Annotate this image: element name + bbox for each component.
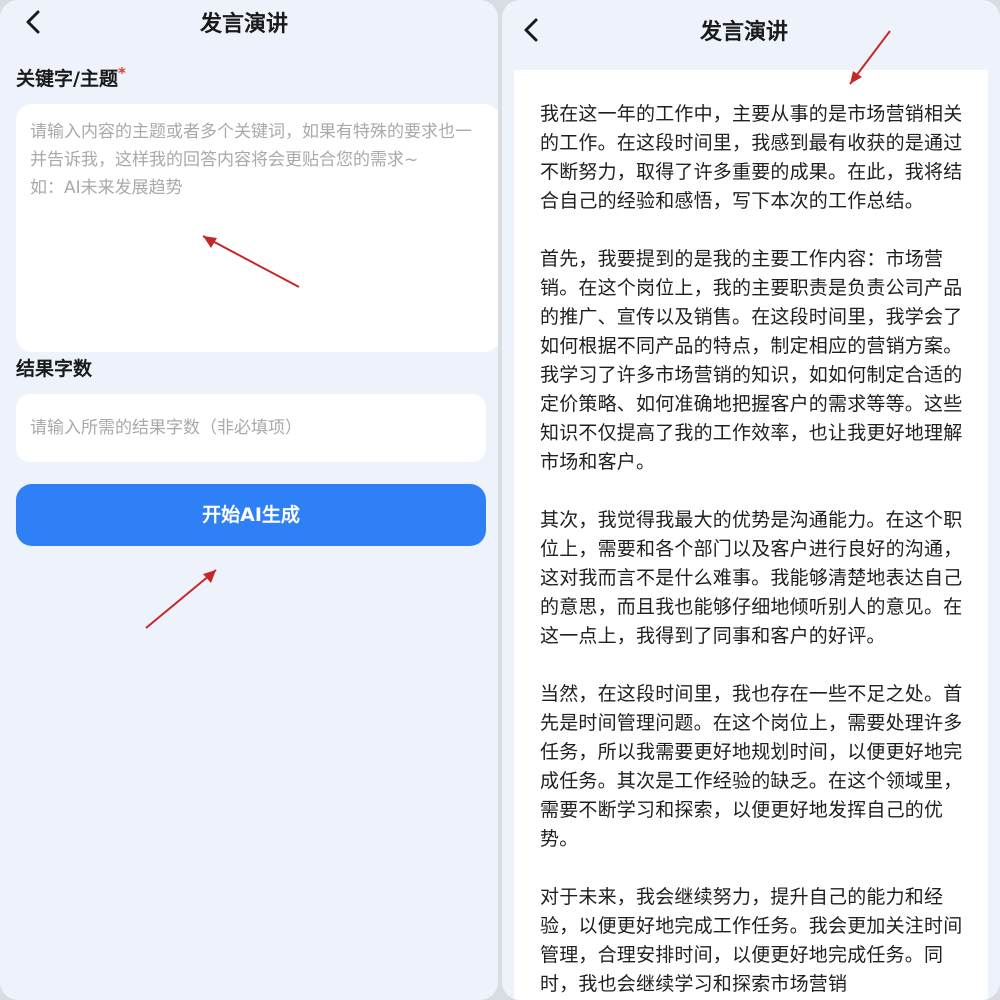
generate-button[interactable]: 开始AI生成 xyxy=(16,484,486,546)
keyword-label: 关键字/主题* xyxy=(16,64,126,91)
content-paragraph: 首先，我要提到的是我的主要工作内容：市场营销。在这个岗位上，我的主要职责是负责公… xyxy=(540,248,963,473)
content-paragraph: 我在这一年的工作中，主要从事的是市场营销相关的工作。在这段时间里，我感到最有收获… xyxy=(540,103,963,212)
content-paragraph: 其次，我觉得我最大的优势是沟通能力。在这个职位上，需要和各个部门以及客户进行良好… xyxy=(540,509,963,647)
input-screen: 发言演讲 关键字/主题* 请输入内容的主题或者多个关键词，如果有特殊的要求也一并… xyxy=(0,0,498,1000)
word-count-placeholder: 请输入所需的结果字数（非必填项） xyxy=(30,418,302,438)
back-arrow-icon[interactable] xyxy=(20,8,48,36)
word-count-label: 结果字数 xyxy=(16,358,93,380)
annotation-arrow-icon xyxy=(145,569,217,629)
page-title: 发言演讲 xyxy=(200,12,289,37)
required-mark: * xyxy=(117,64,126,82)
generated-content: 我在这一年的工作中，主要从事的是市场营销相关的工作。在这段时间里，我感到最有收获… xyxy=(514,70,988,1000)
word-count-input[interactable]: 请输入所需的结果字数（非必填项） xyxy=(16,394,486,462)
result-screen: 发言演讲 我在这一年的工作中，主要从事的是市场营销相关的工作。在这段时间里，我感… xyxy=(502,0,1000,1000)
keyword-placeholder: 请输入内容的主题或者多个关键词，如果有特殊的要求也一并告诉我，这样我的回答内容将… xyxy=(30,122,472,170)
content-paragraph: 当然，在这段时间里，我也存在一些不足之处。首先是时间管理问题。在这个岗位上，需要… xyxy=(540,683,963,850)
content-paragraph: 对于未来，我会继续努力，提升自己的能力和经验，以便更好地完成工作任务。我会更加关… xyxy=(540,886,963,995)
keyword-textarea[interactable]: 请输入内容的主题或者多个关键词，如果有特殊的要求也一并告诉我，这样我的回答内容将… xyxy=(16,104,498,352)
page-title: 发言演讲 xyxy=(700,20,789,45)
keyword-label-text: 关键字/主题 xyxy=(16,68,118,90)
keyword-example: 如：AI未来发展趋势 xyxy=(30,178,183,198)
back-arrow-icon[interactable] xyxy=(518,16,546,44)
